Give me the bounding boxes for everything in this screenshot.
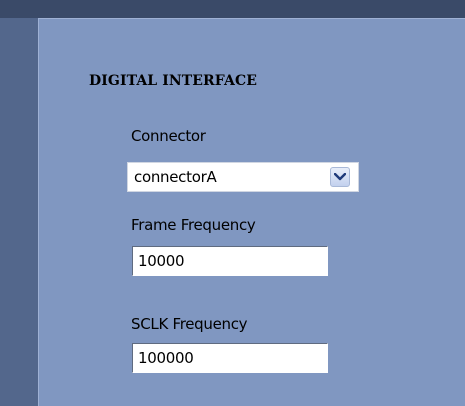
digital-interface-panel: DIGITAL INTERFACE Connector connectorA F… (38, 18, 465, 406)
sclk-frequency-input[interactable] (132, 343, 328, 373)
frame-frequency-input[interactable] (132, 246, 328, 276)
section-title: DIGITAL INTERFACE (89, 73, 257, 89)
frame-frequency-label: Frame Frequency (131, 216, 256, 234)
connector-label: Connector (131, 127, 206, 145)
chevron-down-icon[interactable] (330, 167, 350, 187)
sclk-frequency-label: SCLK Frequency (131, 315, 248, 333)
left-border-band (0, 18, 38, 406)
connector-selected-value: connectorA (134, 168, 217, 186)
top-bar (0, 0, 465, 18)
connector-dropdown[interactable]: connectorA (127, 162, 359, 192)
